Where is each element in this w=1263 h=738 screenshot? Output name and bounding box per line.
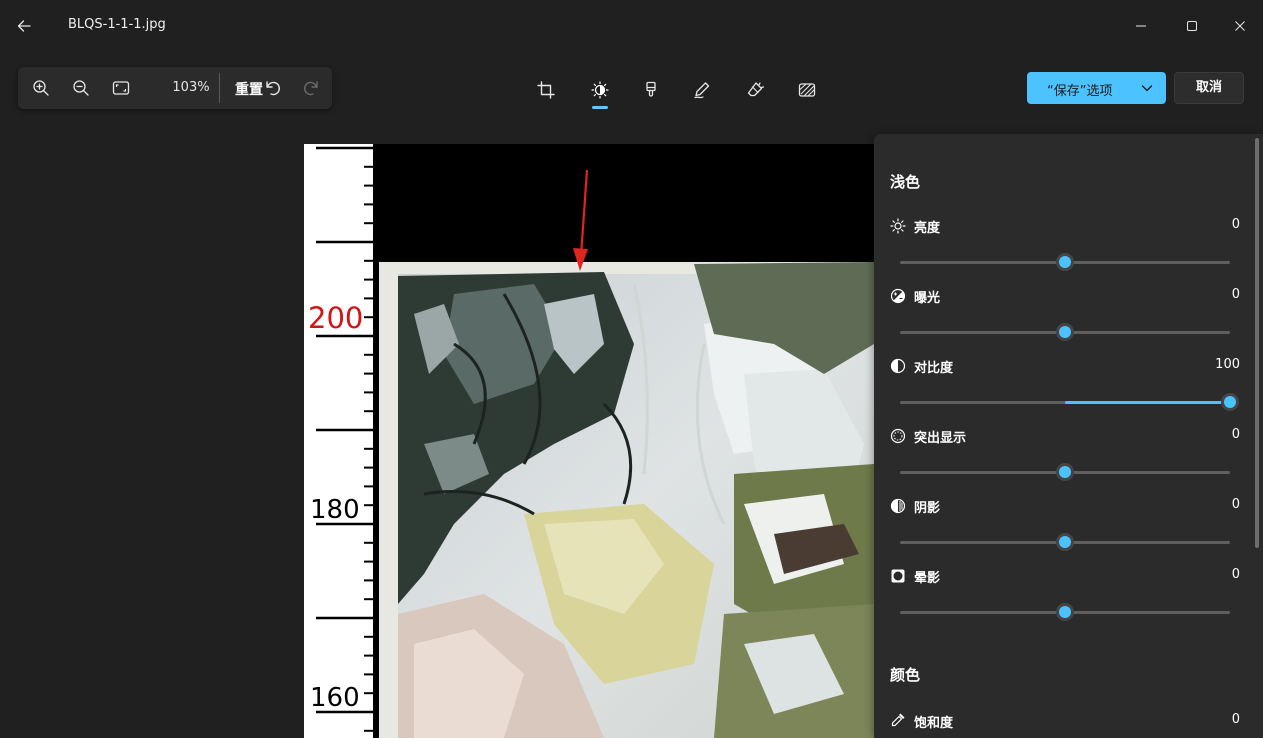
save-options-label: “保存”选项 — [1047, 84, 1113, 99]
slider-thumb[interactable] — [1056, 533, 1074, 551]
save-options-button[interactable]: “保存”选项 — [1027, 72, 1166, 104]
zoom-in-icon[interactable] — [25, 72, 57, 104]
exposure-value: 0 — [1231, 287, 1240, 302]
adjust-icon[interactable] — [584, 74, 616, 106]
active-tool-indicator — [592, 106, 608, 109]
toolbar-divider — [219, 73, 220, 103]
highlights-icon — [890, 428, 906, 444]
brightness-label: 亮度 — [914, 221, 941, 236]
view-toolbar: 103% 重置 — [18, 67, 332, 109]
minimize-icon[interactable] — [1126, 11, 1156, 41]
saturation-value: 0 — [1231, 712, 1240, 727]
slider-thumb[interactable] — [1221, 393, 1239, 411]
vignette-icon — [890, 568, 906, 584]
exposure-label: 曝光 — [914, 291, 941, 306]
panel-scrollbar[interactable] — [1255, 138, 1259, 548]
shadows-label: 阴影 — [914, 501, 941, 516]
background-blur-icon[interactable] — [791, 74, 823, 106]
shadows-slider[interactable] — [900, 533, 1230, 551]
highlights-label: 突出显示 — [914, 431, 967, 446]
undo-icon[interactable] — [256, 72, 288, 104]
photo-canvas[interactable]: 200 180 160 — [304, 144, 874, 738]
crop-icon[interactable] — [530, 74, 562, 106]
color-section-title: 颜色 — [890, 666, 921, 684]
vignette-label: 晕影 — [914, 571, 941, 586]
slider-thumb[interactable] — [1056, 603, 1074, 621]
highlights-slider[interactable] — [900, 463, 1230, 481]
vignette-slider[interactable] — [900, 603, 1230, 621]
slider-thumb[interactable] — [1056, 323, 1074, 341]
ruler-label-160: 160 — [310, 683, 360, 713]
back-arrow-icon[interactable] — [8, 10, 40, 42]
filter-icon[interactable] — [635, 74, 667, 106]
slider-thumb[interactable] — [1056, 463, 1074, 481]
title-bar: BLQS-1-1-1.jpg — [0, 0, 1263, 52]
highlights-value: 0 — [1231, 427, 1240, 442]
contrast-slider[interactable] — [900, 393, 1239, 411]
contrast-icon — [890, 358, 906, 374]
slider-fill — [1065, 401, 1230, 404]
brightness-value: 0 — [1231, 217, 1240, 232]
close-icon[interactable] — [1225, 11, 1255, 41]
vignette-value: 0 — [1231, 567, 1240, 582]
zoom-level[interactable]: 103% — [166, 80, 216, 95]
fit-to-window-icon[interactable] — [105, 72, 137, 104]
saturation-icon — [890, 712, 906, 728]
brightness-slider[interactable] — [900, 253, 1230, 271]
exposure-icon — [890, 288, 906, 304]
zoom-out-icon[interactable] — [65, 72, 97, 104]
shadows-icon — [890, 498, 906, 514]
window-title: BLQS-1-1-1.jpg — [68, 17, 166, 32]
exposure-slider[interactable] — [900, 323, 1230, 341]
slider-thumb[interactable] — [1056, 253, 1074, 271]
chevron-down-icon[interactable] — [1141, 82, 1153, 94]
markup-icon[interactable] — [686, 74, 718, 106]
ruler-label-200: 200 — [308, 301, 363, 335]
maximize-icon[interactable] — [1177, 11, 1207, 41]
core-sample-photo: 200 180 160 — [304, 144, 874, 738]
adjust-panel: 浅色 亮度 0 曝光 0 对比度 100 突出显示 0 阴影 0 晕影 0 颜色 饱和度 0 — [874, 134, 1263, 738]
shadows-value: 0 — [1231, 497, 1240, 512]
ruler-label-180: 180 — [310, 495, 360, 525]
contrast-value: 100 — [1215, 357, 1240, 372]
erase-icon[interactable] — [739, 74, 771, 106]
contrast-label: 对比度 — [914, 361, 954, 376]
brightness-icon — [890, 218, 906, 234]
redo-icon[interactable] — [296, 72, 328, 104]
cancel-button[interactable]: 取消 — [1174, 72, 1244, 104]
light-section-title: 浅色 — [890, 173, 921, 191]
saturation-label: 饱和度 — [914, 716, 954, 731]
